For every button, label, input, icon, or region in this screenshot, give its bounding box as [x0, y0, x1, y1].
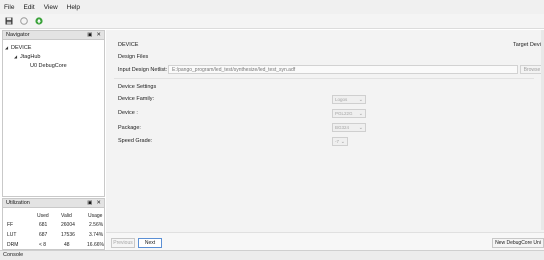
menu-help[interactable]: Help: [67, 4, 80, 11]
table-header-row: Used Valid Usage: [3, 211, 106, 220]
speed-grade-label: Speed Grade:: [118, 138, 153, 144]
chevron-down-icon: ⌄: [358, 97, 363, 103]
device-value: PGL22G: [335, 111, 353, 116]
netlist-label: Input Design Netlist:: [118, 67, 168, 73]
device-form: DEVICE Target Devic Design Files Input D…: [106, 30, 544, 232]
new-debugcore-button[interactable]: New DebugCore Uni: [492, 238, 544, 248]
utilization-header: Utilization ▣ ✕: [3, 199, 104, 208]
utilization-title: Utilization: [6, 200, 30, 206]
valid-value: 48: [64, 242, 70, 248]
navigator-header: Navigator ▣ ✕: [3, 31, 104, 40]
menu-view[interactable]: View: [44, 4, 58, 11]
main-area: DEVICE Target Devic Design Files Input D…: [106, 30, 544, 250]
device-select[interactable]: PGL22G ⌄: [332, 109, 366, 118]
divider: [114, 78, 534, 79]
utilization-table: Used Valid Usage FF 681 26004 2.56% LUT …: [3, 211, 106, 250]
device-tree: ◢ DEVICE ◢ JtagHub U0 DebugCore: [3, 40, 104, 70]
used-value: < 8: [39, 242, 47, 248]
table-row: FF 681 26004 2.56%: [3, 220, 106, 230]
toolbar: [0, 14, 544, 29]
package-select[interactable]: BG324 ⌄: [332, 123, 366, 132]
chevron-down-icon: ⌄: [358, 111, 363, 117]
chevron-down-icon: ⌄: [358, 125, 363, 131]
usage-value: 3.74%: [89, 232, 104, 238]
chevron-down-icon: ⌄: [340, 139, 345, 145]
speed-grade-value: -7: [335, 139, 340, 144]
run-icon[interactable]: [34, 17, 43, 26]
speed-grade-select[interactable]: -7 ⌄: [332, 137, 348, 146]
tree-item-label: JtagHub: [20, 53, 41, 60]
usage-value: 2.56%: [89, 222, 104, 228]
device-settings-heading: Device Settings: [118, 84, 157, 90]
tree-item-label: U0 DebugCore: [30, 62, 67, 69]
valid-value: 17536: [61, 232, 75, 238]
resource-name: DRM: [7, 242, 19, 248]
device-label: Device :: [118, 110, 138, 116]
table-row: LUT 687 17536 3.74%: [3, 230, 106, 240]
menu-file[interactable]: File: [4, 4, 14, 11]
undo-icon[interactable]: [19, 17, 28, 26]
console-bar: Console: [0, 250, 544, 260]
navigator-panel: Navigator ▣ ✕ ◢ DEVICE ◢ JtagHub U0 Debu…: [2, 30, 105, 197]
resource-name: FF: [7, 222, 14, 228]
target-device-label: Target Devic: [513, 42, 544, 48]
design-files-heading: Design Files: [118, 54, 149, 60]
package-value: BG324: [335, 125, 350, 130]
console-tab[interactable]: Console: [3, 252, 23, 258]
close-icon[interactable]: ✕: [96, 200, 101, 206]
menu-bar: File Edit View Help: [0, 0, 544, 14]
navigator-title: Navigator: [6, 32, 30, 38]
usage-value: 16.66%: [87, 242, 104, 248]
tree-item-jtaghub[interactable]: ◢ JtagHub: [3, 52, 104, 61]
valid-value: 26004: [61, 222, 75, 228]
device-family-label: Device Family:: [118, 96, 155, 102]
used-value: 687: [39, 232, 48, 238]
netlist-path-input[interactable]: E:/pango_program/led_test/synthesize/led…: [168, 65, 518, 74]
previous-button[interactable]: Previous: [111, 238, 135, 248]
resource-name: LUT: [7, 232, 17, 238]
wizard-footer: Previous Next New DebugCore Uni: [106, 232, 544, 250]
device-family-value: Logos: [335, 97, 348, 102]
package-label: Package:: [118, 125, 141, 131]
float-icon[interactable]: ▣: [87, 32, 92, 38]
float-icon[interactable]: ▣: [87, 200, 92, 206]
menu-edit[interactable]: Edit: [23, 4, 34, 11]
tree-item-device[interactable]: ◢ DEVICE: [3, 43, 104, 52]
next-button[interactable]: Next: [138, 238, 162, 248]
tree-item-debugcore[interactable]: U0 DebugCore: [3, 61, 104, 70]
used-value: 681: [39, 222, 48, 228]
save-icon[interactable]: [4, 17, 13, 26]
tree-item-label: DEVICE: [11, 44, 32, 51]
device-heading: DEVICE: [118, 42, 139, 48]
close-icon[interactable]: ✕: [96, 32, 101, 38]
utilization-panel: Utilization ▣ ✕ Used Valid Usage FF 681 …: [2, 198, 105, 250]
table-row: DRM < 8 48 16.66%: [3, 240, 106, 250]
device-family-select[interactable]: Logos ⌄: [332, 95, 366, 104]
